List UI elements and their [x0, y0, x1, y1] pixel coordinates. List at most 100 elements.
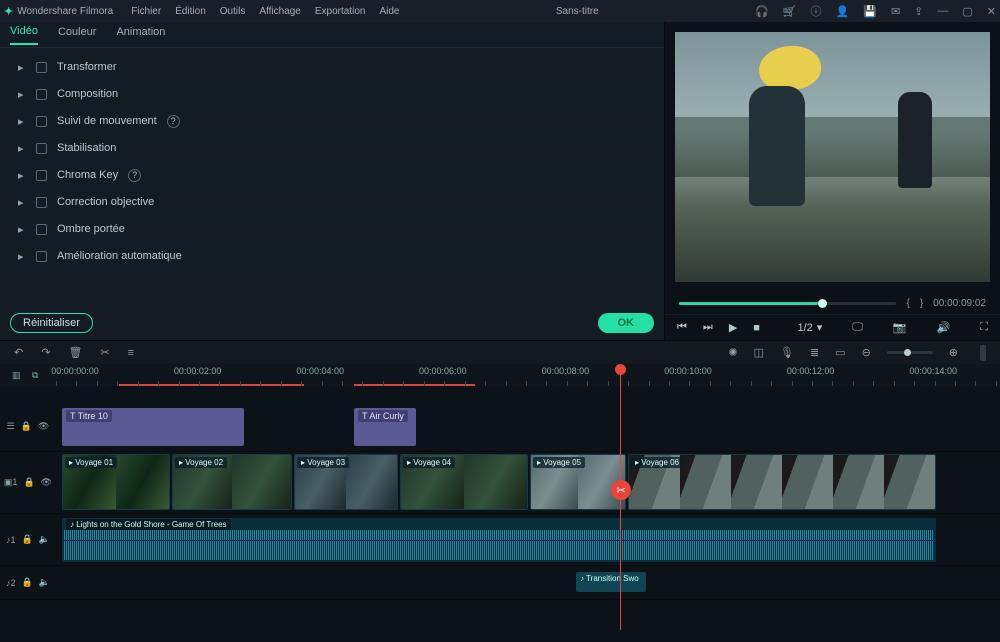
- checkbox[interactable]: [36, 143, 47, 154]
- upload-icon[interactable]: ⇪: [914, 5, 923, 18]
- reset-button[interactable]: Réinitialiser: [10, 313, 93, 333]
- close-icon[interactable]: ✕: [987, 5, 996, 18]
- tab-color[interactable]: Couleur: [58, 26, 97, 44]
- eye-icon[interactable]: 👁: [38, 421, 49, 432]
- menu-tools[interactable]: Outils: [220, 6, 246, 17]
- eye-icon[interactable]: 👁: [41, 477, 52, 488]
- adjust-icon[interactable]: ≡: [128, 347, 134, 359]
- video-clip[interactable]: ▸ Voyage 06: [628, 454, 936, 510]
- menu-help[interactable]: Aide: [379, 6, 399, 17]
- chevron-right-icon[interactable]: ▸: [18, 61, 26, 74]
- lock-icon[interactable]: 🔒: [22, 534, 33, 545]
- ruler-scale[interactable]: 00:00:00:0000:00:02:0000:00:04:0000:00:0…: [56, 364, 1000, 386]
- volume-icon[interactable]: 🔊: [937, 321, 951, 334]
- track-manager-icon[interactable]: ▥: [12, 370, 21, 381]
- chevron-right-icon[interactable]: ▸: [18, 169, 26, 182]
- help-icon[interactable]: ?: [128, 169, 141, 182]
- snapshot-icon[interactable]: 📷: [893, 321, 907, 334]
- speaker-icon[interactable]: 🔈: [39, 577, 50, 588]
- lock-icon[interactable]: 🔒: [23, 477, 34, 488]
- prev-frame-button[interactable]: ⏮: [677, 321, 687, 334]
- user-icon[interactable]: 👤: [836, 5, 850, 18]
- color-settings-icon[interactable]: ✺: [728, 346, 737, 359]
- audio-clip[interactable]: ♪ Lights on the Gold Shore - Game Of Tre…: [62, 518, 936, 562]
- split-marker-icon[interactable]: ✂: [611, 480, 631, 500]
- delete-icon[interactable]: 🗑: [68, 346, 82, 359]
- zoom-in-icon[interactable]: ⊕: [949, 346, 958, 359]
- undo-icon[interactable]: ↶: [14, 346, 23, 359]
- track-menu-icon[interactable]: ☰: [7, 421, 15, 432]
- prop-composition[interactable]: ▸ Composition: [0, 81, 664, 108]
- seek-slider[interactable]: [679, 302, 896, 305]
- audio-track-body[interactable]: ♪ Transition Swo: [56, 566, 1000, 599]
- checkbox[interactable]: [36, 170, 47, 181]
- stop-button[interactable]: ■: [753, 322, 760, 334]
- audio-track-icon[interactable]: ♪1: [6, 535, 16, 545]
- chevron-right-icon[interactable]: ▸: [18, 196, 26, 209]
- prop-chroma-key[interactable]: ▸ Chroma Key ?: [0, 162, 664, 189]
- crop-icon[interactable]: ◫: [754, 346, 764, 359]
- checkbox[interactable]: [36, 62, 47, 73]
- mic-record-icon[interactable]: 🎙: [780, 346, 794, 359]
- next-frame-button[interactable]: ⏭: [703, 321, 713, 334]
- preview-viewport[interactable]: [675, 32, 990, 282]
- minimize-icon[interactable]: —: [937, 5, 948, 17]
- title-clip[interactable]: T Air Curly: [354, 408, 416, 446]
- prop-auto-enhance[interactable]: ▸ Amélioration automatique: [0, 243, 664, 270]
- timeline-zoom-slider[interactable]: [887, 351, 933, 354]
- mixer-icon[interactable]: ≣: [810, 346, 819, 359]
- timeline-ruler[interactable]: ▥ ⧉ 00:00:00:0000:00:02:0000:00:04:0000:…: [0, 364, 1000, 386]
- lock-icon[interactable]: 🔒: [21, 421, 32, 432]
- split-icon[interactable]: ✂: [100, 346, 109, 359]
- brace-close[interactable]: }: [920, 298, 923, 309]
- chevron-right-icon[interactable]: ▸: [18, 250, 26, 263]
- checkbox[interactable]: [36, 224, 47, 235]
- menu-file[interactable]: Fichier: [131, 6, 161, 17]
- video-clip[interactable]: ▸ Voyage 02: [172, 454, 292, 510]
- video-clip[interactable]: ▸ Voyage 01: [62, 454, 170, 510]
- brace-open[interactable]: {: [906, 298, 909, 309]
- video-track-body[interactable]: ▸ Voyage 01▸ Voyage 02▸ Voyage 03▸ Voyag…: [56, 452, 1000, 513]
- ok-button[interactable]: OK: [598, 313, 655, 333]
- fullscreen-icon[interactable]: ⛶: [980, 321, 988, 334]
- tab-animation[interactable]: Animation: [116, 26, 165, 44]
- chevron-right-icon[interactable]: ▸: [18, 115, 26, 128]
- chevron-right-icon[interactable]: ▸: [18, 223, 26, 236]
- chevron-right-icon[interactable]: ▸: [18, 142, 26, 155]
- marker-icon[interactable]: ▭: [835, 346, 845, 359]
- preview-zoom-select[interactable]: 1/2 ▾: [797, 321, 822, 334]
- save-icon[interactable]: 💾: [863, 5, 877, 18]
- video-clip[interactable]: ▸ Voyage 04: [400, 454, 528, 510]
- checkbox[interactable]: [36, 251, 47, 262]
- link-icon[interactable]: ⧉: [32, 370, 38, 381]
- help-icon[interactable]: ?: [167, 115, 180, 128]
- lock-icon[interactable]: 🔒: [22, 577, 33, 588]
- maximize-icon[interactable]: ▢: [962, 5, 972, 18]
- playhead[interactable]: [620, 370, 621, 630]
- play-button[interactable]: ▶: [729, 321, 737, 334]
- display-mode-icon[interactable]: 🖵: [852, 321, 863, 334]
- mail-icon[interactable]: ✉: [891, 5, 900, 18]
- chevron-right-icon[interactable]: ▸: [18, 88, 26, 101]
- audio-track-body[interactable]: ♪ Lights on the Gold Shore - Game Of Tre…: [56, 514, 1000, 565]
- video-track-icon[interactable]: ▣1: [4, 477, 18, 488]
- zoom-thumb[interactable]: [904, 349, 911, 356]
- cart-icon[interactable]: 🛒: [783, 5, 797, 18]
- transition-clip[interactable]: ♪ Transition Swo: [576, 572, 646, 592]
- menu-view[interactable]: Affichage: [259, 6, 301, 17]
- checkbox[interactable]: [36, 89, 47, 100]
- seek-thumb[interactable]: [818, 299, 827, 308]
- video-clip[interactable]: ▸ Voyage 05: [530, 454, 626, 510]
- prop-motion-tracking[interactable]: ▸ Suivi de mouvement ?: [0, 108, 664, 135]
- speaker-icon[interactable]: 🔈: [39, 534, 50, 545]
- zoom-out-icon[interactable]: ⊖: [862, 346, 871, 359]
- checkbox[interactable]: [36, 197, 47, 208]
- prop-lens-correction[interactable]: ▸ Correction objective: [0, 189, 664, 216]
- prop-stabilisation[interactable]: ▸ Stabilisation: [0, 135, 664, 162]
- tab-video[interactable]: Vidéo: [10, 25, 38, 45]
- title-track-body[interactable]: T Titre 10T Air Curly: [56, 402, 1000, 451]
- checkbox[interactable]: [36, 116, 47, 127]
- headset-icon[interactable]: 🎧: [755, 5, 769, 18]
- audio-track-icon[interactable]: ♪2: [6, 578, 16, 588]
- prop-drop-shadow[interactable]: ▸ Ombre portée: [0, 216, 664, 243]
